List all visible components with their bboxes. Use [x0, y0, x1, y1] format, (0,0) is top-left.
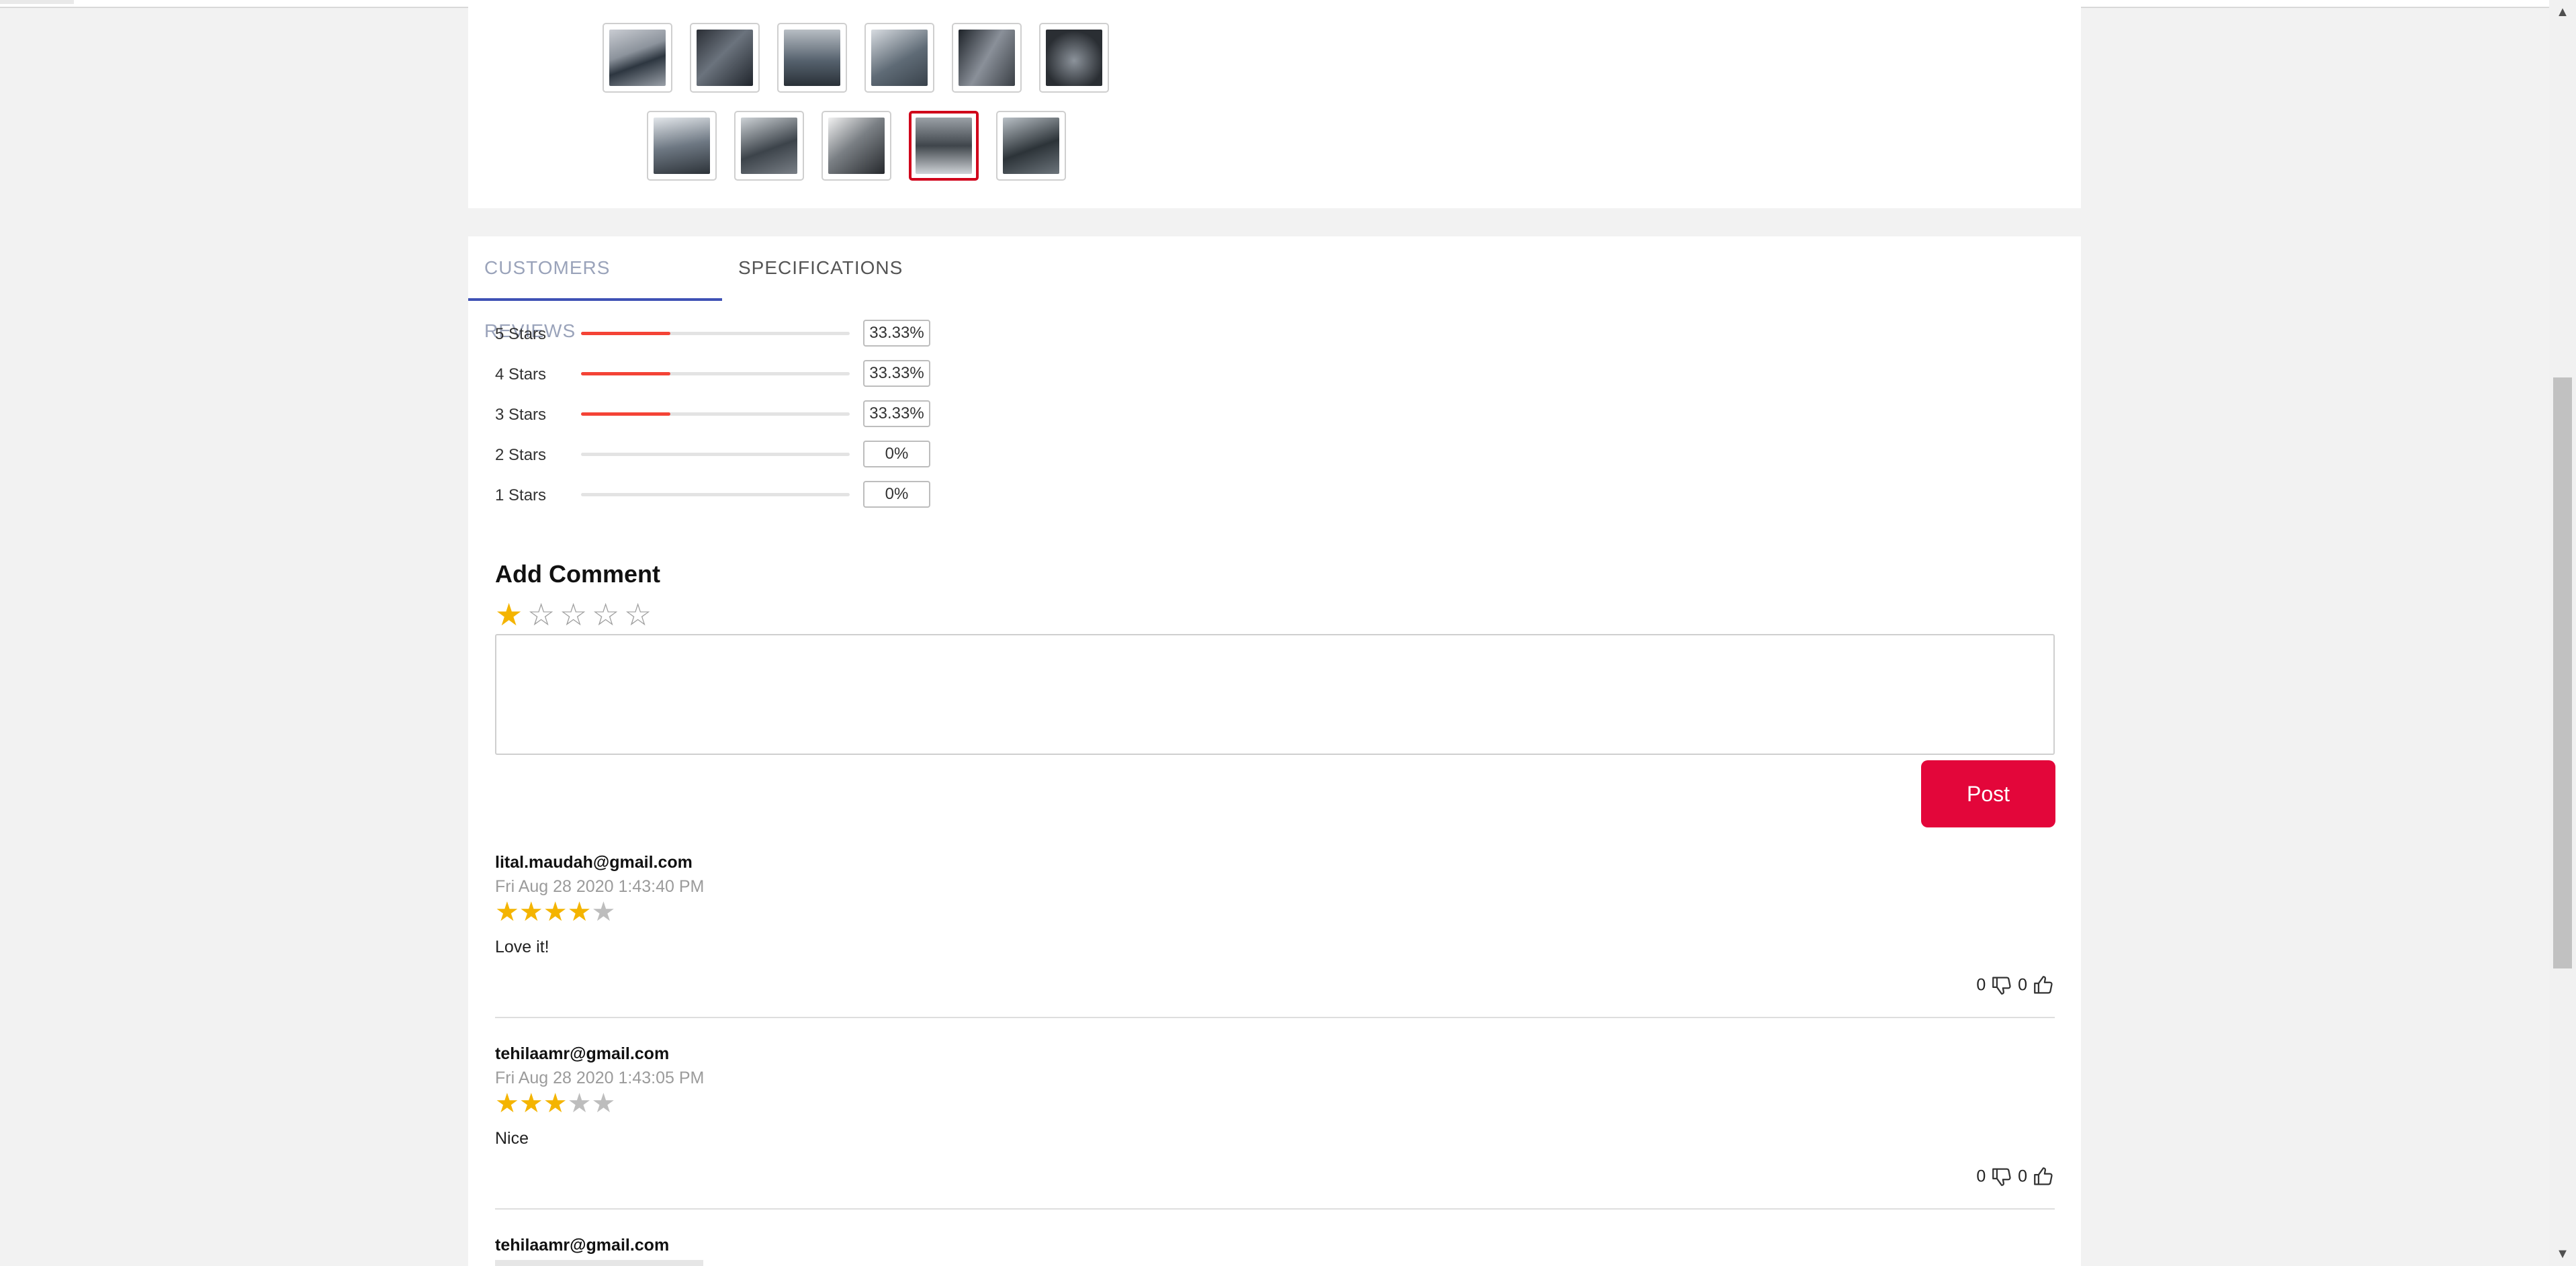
thumbs-down-icon[interactable] — [1990, 1165, 2013, 1188]
rating-label: 4 Stars — [495, 365, 547, 383]
star-icon: ★ — [519, 897, 543, 927]
star-icon: ★ — [567, 897, 592, 927]
page-scrollbar[interactable]: ▲ ▼ — [2549, 0, 2576, 1266]
star-icon: ★ — [591, 1089, 616, 1118]
review-item: tehilaamr@gmail.com Fri Aug 28 2020 1:43… — [495, 1044, 2055, 1212]
star-icon: ★ — [519, 1089, 543, 1118]
gallery-thumbnail-selected[interactable] — [909, 111, 979, 181]
car-photo — [871, 30, 928, 86]
rating-label: 2 Stars — [495, 446, 547, 464]
rating-star-3-icon[interactable]: ☆ — [560, 598, 587, 631]
rating-label: 5 Stars — [495, 325, 547, 343]
rating-label: 3 Stars — [495, 406, 547, 424]
rating-label: 1 Stars — [495, 486, 547, 504]
add-comment-title: Add Comment — [495, 560, 660, 588]
review-author: lital.maudah@gmail.com — [495, 853, 693, 872]
car-photo — [959, 30, 1015, 86]
scroll-up-icon[interactable]: ▲ — [2549, 0, 2576, 24]
star-icon: ★ — [591, 897, 616, 927]
review-divider — [495, 1017, 2055, 1018]
car-photo — [784, 30, 840, 86]
post-button[interactable]: Post — [1921, 760, 2055, 827]
rating-star-5-icon[interactable]: ☆ — [624, 598, 652, 631]
car-photo — [654, 118, 710, 174]
rating-bar-fill — [581, 372, 671, 375]
review-stars: ★★★★★ — [495, 897, 615, 927]
star-icon: ★ — [495, 897, 519, 927]
review-author: tehilaamr@gmail.com — [495, 1236, 670, 1255]
tab-customers-reviews[interactable]: CUSTOMERS REVIEWS — [468, 236, 722, 341]
thumbs-down-icon[interactable] — [1990, 974, 2013, 997]
rating-star-1-icon[interactable]: ★ — [495, 598, 523, 631]
thumbs-up-icon[interactable] — [2032, 974, 2055, 997]
gallery-thumbnail[interactable] — [647, 111, 717, 181]
rating-bar-track — [581, 332, 850, 335]
gallery-thumbnail[interactable] — [1039, 23, 1109, 93]
car-photo — [1003, 118, 1059, 174]
rating-percent: 0% — [863, 481, 930, 508]
rating-percent: 0% — [863, 441, 930, 467]
car-photo — [741, 118, 797, 174]
star-icon: ★ — [495, 1089, 519, 1118]
scroll-down-icon[interactable]: ▼ — [2549, 1242, 2576, 1266]
comment-textarea[interactable] — [495, 634, 2055, 755]
review-votes: 0 0 — [1976, 974, 2055, 1001]
car-photo — [697, 30, 753, 86]
review-text: Nice — [495, 1129, 529, 1148]
star-icon: ★ — [543, 1089, 568, 1118]
rating-bar-track — [581, 372, 850, 375]
rating-percent: 33.33% — [863, 320, 930, 347]
rating-percent: 33.33% — [863, 400, 930, 427]
rating-star-4-icon[interactable]: ☆ — [592, 598, 619, 631]
review-item: tehilaamr@gmail.com — [495, 1236, 2055, 1266]
review-stars: ★★★★★ — [495, 1089, 615, 1118]
review-item: lital.maudah@gmail.com Fri Aug 28 2020 1… — [495, 853, 2055, 1021]
rating-bar-track — [581, 493, 850, 496]
gallery-thumbnail[interactable] — [690, 23, 760, 93]
rating-star-2-icon[interactable]: ☆ — [527, 598, 555, 631]
scrollbar-thumb[interactable] — [2553, 377, 2572, 968]
review-votes: 0 0 — [1976, 1165, 2055, 1192]
car-photo — [916, 118, 972, 174]
rating-bar-fill — [581, 332, 671, 335]
gallery-thumbnail[interactable] — [734, 111, 804, 181]
tab-specifications[interactable]: SPECIFICATIONS — [722, 236, 919, 301]
like-count: 0 — [2018, 975, 2028, 995]
dislike-count: 0 — [1976, 1167, 1986, 1186]
gallery-thumbnail[interactable] — [996, 111, 1066, 181]
rating-bar-track — [581, 412, 850, 416]
review-date: Fri Aug 28 2020 1:43:05 PM — [495, 1069, 705, 1087]
thumbs-up-icon[interactable] — [2032, 1165, 2055, 1188]
car-photo — [1046, 30, 1102, 86]
gallery-thumbnail[interactable] — [821, 111, 891, 181]
review-date-cut — [495, 1260, 703, 1266]
reviews-panel: CUSTOMERS REVIEWS SPECIFICATIONS 5 Stars… — [468, 236, 2081, 1266]
review-text: Love it! — [495, 938, 549, 956]
star-icon: ★ — [567, 1089, 592, 1118]
like-count: 0 — [2018, 1167, 2028, 1186]
review-divider — [495, 1208, 2055, 1210]
rating-bar-fill — [581, 412, 671, 416]
gallery-thumbnail[interactable] — [864, 23, 934, 93]
rating-percent: 33.33% — [863, 360, 930, 387]
star-icon: ★ — [543, 897, 568, 927]
gallery-thumbnail[interactable] — [952, 23, 1022, 93]
gallery-thumbnail[interactable] — [777, 23, 847, 93]
review-author: tehilaamr@gmail.com — [495, 1044, 670, 1063]
image-gallery — [468, 7, 2081, 208]
top-edge-mark — [0, 0, 74, 4]
car-photo — [828, 118, 885, 174]
car-photo — [609, 30, 666, 86]
rating-bar-track — [581, 453, 850, 456]
gallery-thumbnail[interactable] — [603, 23, 672, 93]
dislike-count: 0 — [1976, 975, 1986, 995]
review-date: Fri Aug 28 2020 1:43:40 PM — [495, 877, 705, 896]
